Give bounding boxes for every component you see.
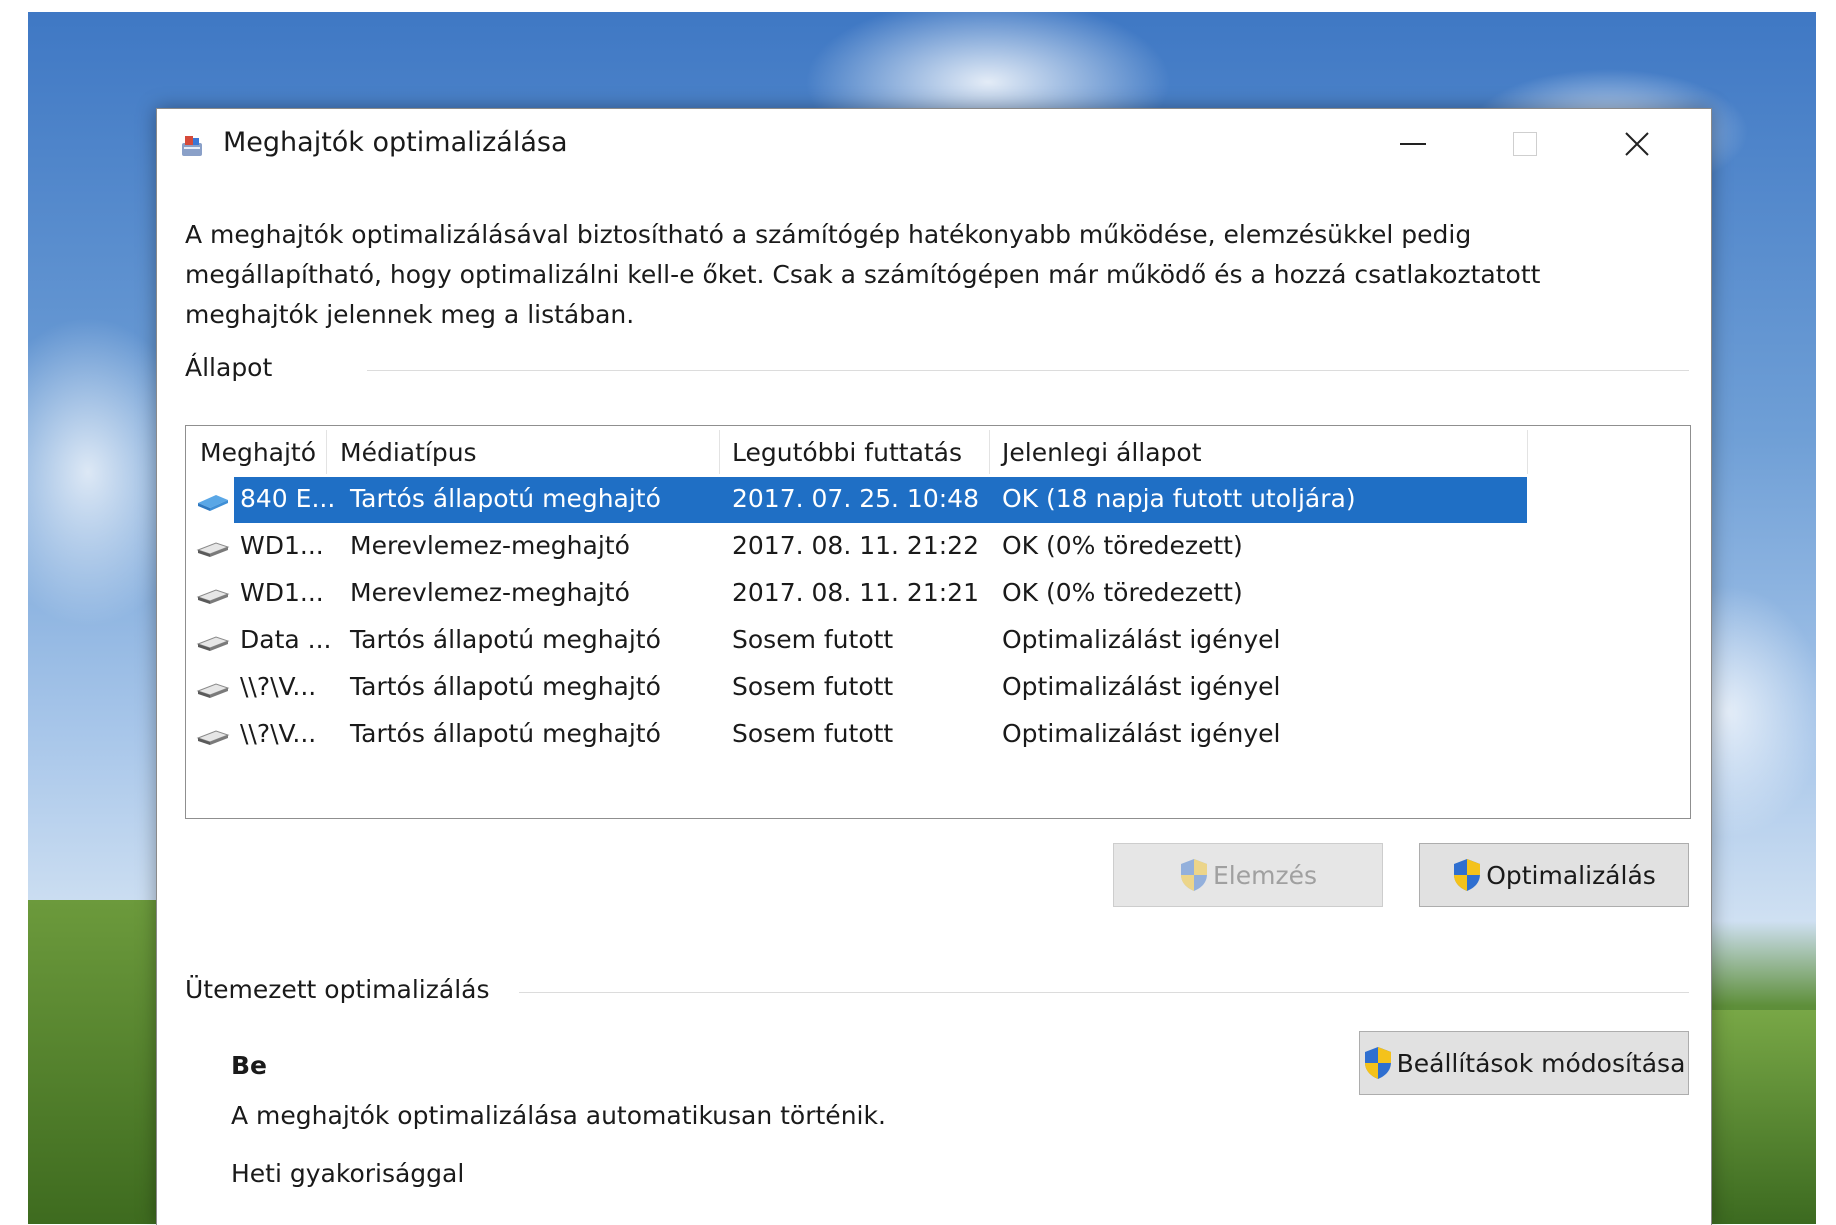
- cell-media-type: Tartós állapotú meghajtó: [350, 484, 661, 513]
- analyze-button-label: Elemzés: [1212, 860, 1317, 890]
- window-description: A meghajtók optimalizálásával biztosítha…: [185, 220, 1541, 329]
- cell-current-status: Optimalizálást igényel: [1002, 672, 1281, 701]
- optimize-button-label: Optimalizálás: [1486, 860, 1656, 890]
- cell-media-type: Tartós állapotú meghajtó: [350, 672, 661, 701]
- hdd-drive-icon: [196, 636, 230, 651]
- change-settings-button-label: Beállítások módosítása: [1396, 1048, 1686, 1078]
- column-header-current-status[interactable]: Jelenlegi állapot: [1002, 438, 1202, 467]
- drive-row[interactable]: Data ... Tartós állapotú meghajtó Sosem …: [186, 618, 1690, 664]
- cell-last-run: Sosem futott: [732, 625, 894, 654]
- cell-last-run: Sosem futott: [732, 719, 894, 748]
- status-group-divider: [367, 370, 1689, 371]
- drives-list[interactable]: Meghajtó Médiatípus Legutóbbi futtatás J…: [185, 425, 1691, 819]
- change-settings-button[interactable]: Beállítások módosítása: [1359, 1031, 1689, 1095]
- column-header-drive[interactable]: Meghajtó: [200, 438, 316, 467]
- schedule-description: A meghajtók optimalizálása automatikusan…: [231, 1101, 886, 1130]
- cell-current-status: Optimalizálást igényel: [1002, 625, 1281, 654]
- drive-row[interactable]: \\?\V... Tartós állapotú meghajtó Sosem …: [186, 665, 1690, 711]
- schedule-group-label: Ütemezett optimalizálás: [185, 975, 490, 1004]
- close-icon: [1625, 132, 1649, 156]
- cell-drive: \\?\V...: [240, 719, 317, 748]
- uac-shield-icon: [1180, 859, 1207, 891]
- hdd-drive-icon: [196, 542, 230, 557]
- cell-drive: \\?\V...: [240, 672, 317, 701]
- uac-shield-icon: [1454, 859, 1481, 891]
- column-separator[interactable]: [719, 430, 720, 474]
- optimize-button[interactable]: Optimalizálás: [1419, 843, 1689, 907]
- drive-row[interactable]: WD1... Merevlemez-meghajtó 2017. 08. 11.…: [186, 571, 1690, 617]
- cell-media-type: Tartós állapotú meghajtó: [350, 719, 661, 748]
- cell-media-type: Tartós állapotú meghajtó: [350, 625, 661, 654]
- ssd-drive-icon: [198, 495, 228, 511]
- maximize-button[interactable]: [1469, 109, 1581, 179]
- drive-row[interactable]: 840 E... Tartós állapotú meghajtó 2017. …: [186, 477, 1690, 523]
- cell-drive: 840 E...: [240, 484, 336, 513]
- wallpaper-hill-right: [1700, 1010, 1816, 1224]
- schedule-frequency: Heti gyakorisággal: [231, 1159, 465, 1188]
- list-header: Meghajtó Médiatípus Legutóbbi futtatás J…: [186, 426, 1690, 478]
- cell-last-run: 2017. 08. 11. 21:22: [732, 531, 979, 560]
- cell-last-run: Sosem futott: [732, 672, 894, 701]
- title-bar[interactable]: Meghajtók optimalizálása: [157, 109, 1711, 179]
- column-separator[interactable]: [1527, 430, 1528, 474]
- defrag-app-icon: [182, 136, 202, 156]
- hdd-drive-icon: [196, 589, 230, 604]
- column-separator[interactable]: [989, 430, 990, 474]
- analyze-button[interactable]: Elemzés: [1113, 843, 1383, 907]
- maximize-icon: [1513, 132, 1537, 156]
- minimize-icon: [1400, 143, 1426, 145]
- cell-drive: WD1...: [240, 531, 324, 560]
- minimize-button[interactable]: [1357, 109, 1469, 179]
- schedule-status: Be: [231, 1051, 268, 1080]
- uac-shield-icon: [1364, 1047, 1391, 1079]
- drive-row[interactable]: WD1... Merevlemez-meghajtó 2017. 08. 11.…: [186, 524, 1690, 570]
- cell-current-status: Optimalizálást igényel: [1002, 719, 1281, 748]
- optimize-drives-window: Meghajtók optimalizálása A meghajtók opt…: [156, 108, 1712, 1225]
- cell-current-status: OK (0% töredezett): [1002, 578, 1243, 607]
- column-header-media-type[interactable]: Médiatípus: [340, 438, 477, 467]
- cell-last-run: 2017. 07. 25. 10:48: [732, 484, 979, 513]
- column-header-last-run[interactable]: Legutóbbi futtatás: [732, 438, 962, 467]
- schedule-group-divider: [519, 992, 1689, 993]
- column-separator[interactable]: [326, 430, 327, 474]
- cell-media-type: Merevlemez-meghajtó: [350, 531, 630, 560]
- hdd-drive-icon: [196, 730, 230, 745]
- drive-row[interactable]: \\?\V... Tartós állapotú meghajtó Sosem …: [186, 712, 1690, 758]
- cell-current-status: OK (0% töredezett): [1002, 531, 1243, 560]
- cell-last-run: 2017. 08. 11. 21:21: [732, 578, 979, 607]
- cell-media-type: Merevlemez-meghajtó: [350, 578, 630, 607]
- cell-drive: Data ...: [240, 625, 332, 654]
- cell-current-status: OK (18 napja futott utoljára): [1002, 484, 1356, 513]
- window-title: Meghajtók optimalizálása: [223, 127, 568, 158]
- close-button[interactable]: [1581, 109, 1693, 179]
- status-group-label: Állapot: [185, 353, 273, 382]
- cell-drive: WD1...: [240, 578, 324, 607]
- hdd-drive-icon: [196, 683, 230, 698]
